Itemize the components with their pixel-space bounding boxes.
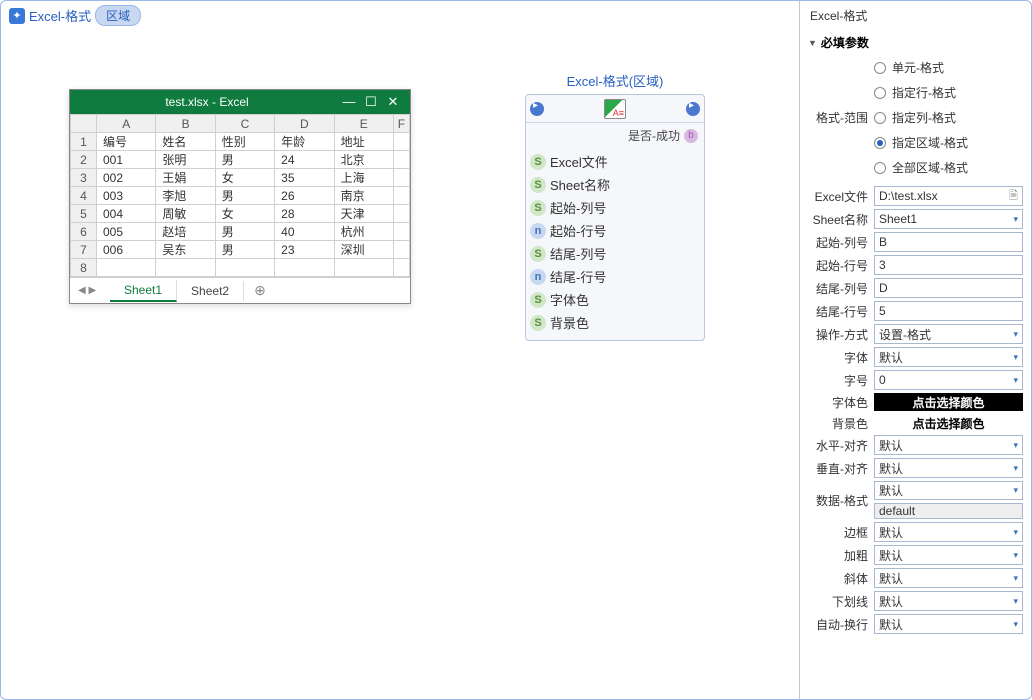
radio-icon[interactable] xyxy=(874,162,886,174)
node-success-label: 是否-成功 xyxy=(628,127,680,144)
panel-title: Excel-格式 xyxy=(808,5,1023,30)
node-port-row[interactable]: S字体色 xyxy=(530,288,704,311)
excel-grid[interactable]: ABCDEF 1编号姓名性别年龄地址 2001张明男24北京 3002王娟女35… xyxy=(70,114,410,277)
scope-radio-option[interactable]: 单元-格式 xyxy=(874,55,1023,80)
sheet-tab-2[interactable]: Sheet2 xyxy=(177,281,244,301)
size-select[interactable]: 0▾ xyxy=(874,370,1023,390)
node-port-row[interactable]: SSheet名称 xyxy=(530,173,704,196)
number-port-icon: n xyxy=(530,269,546,285)
start-col-input[interactable]: B xyxy=(874,232,1023,252)
end-row-input[interactable]: 5 xyxy=(874,301,1023,321)
port-label: Sheet名称 xyxy=(550,175,610,194)
canvas-area[interactable]: test.xlsx - Excel — ☐ ✕ ABCDEF 1编号姓名性别年龄… xyxy=(1,1,799,699)
property-panel: Excel-格式 ▼ 必填参数 格式-范围 单元-格式指定行-格式指定列-格式指… xyxy=(799,1,1031,699)
node-port-row[interactable]: n起始-行号 xyxy=(530,219,704,242)
valign-select[interactable]: 默认▾ xyxy=(874,458,1023,478)
border-select[interactable]: 默认▾ xyxy=(874,522,1023,542)
file-browse-icon[interactable]: 🗎 xyxy=(1009,187,1018,206)
node-title: Excel-格式(区域) xyxy=(525,71,705,90)
node-port-row[interactable]: S起始-列号 xyxy=(530,196,704,219)
underline-select[interactable]: 默认▾ xyxy=(874,591,1023,611)
port-label: 背景色 xyxy=(550,313,589,332)
string-port-icon: S xyxy=(530,246,546,262)
node-port-row[interactable]: SExcel文件 xyxy=(530,150,704,173)
halign-select[interactable]: 默认▾ xyxy=(874,435,1023,455)
excel-titlebar: test.xlsx - Excel — ☐ ✕ xyxy=(70,90,410,114)
scope-label: 格式-范围 xyxy=(808,109,874,126)
required-section[interactable]: ▼ 必填参数 xyxy=(808,30,1023,55)
wrap-select[interactable]: 默认▾ xyxy=(874,614,1023,634)
operation-select[interactable]: 设置-格式▾ xyxy=(874,324,1023,344)
scope-radio-option[interactable]: 指定区域-格式 xyxy=(874,130,1023,155)
font-select[interactable]: 默认▾ xyxy=(874,347,1023,367)
bool-port-icon[interactable]: b xyxy=(684,129,698,143)
string-port-icon: S xyxy=(530,315,546,331)
maximize-button[interactable]: ☐ xyxy=(360,94,382,110)
file-input[interactable]: D:\test.xlsx🗎 xyxy=(874,186,1023,206)
radio-icon[interactable] xyxy=(874,87,886,99)
flow-node[interactable]: Excel-格式(区域) 是否-成功 b SExcel文件SSheet名称S起始… xyxy=(525,71,705,341)
sheet-tabs: Sheet1 Sheet2 ⊕ xyxy=(70,277,410,303)
radio-icon[interactable] xyxy=(874,112,886,124)
number-port-icon: n xyxy=(530,223,546,239)
data-format-select[interactable]: 默认▾ xyxy=(874,481,1023,500)
string-port-icon: S xyxy=(530,292,546,308)
radio-icon[interactable] xyxy=(874,62,886,74)
italic-select[interactable]: 默认▾ xyxy=(874,568,1023,588)
excel-title: test.xlsx - Excel xyxy=(76,95,338,109)
input-port-icon[interactable] xyxy=(530,102,544,116)
close-button[interactable]: ✕ xyxy=(382,94,404,110)
scope-radio-option[interactable]: 全部区域-格式 xyxy=(874,155,1023,180)
add-sheet-button[interactable]: ⊕ xyxy=(244,279,276,302)
port-label: 起始-列号 xyxy=(550,198,606,217)
excel-format-icon xyxy=(604,99,626,119)
node-port-row[interactable]: S结尾-列号 xyxy=(530,242,704,265)
node-port-row[interactable]: S背景色 xyxy=(530,311,704,334)
scope-radio-option[interactable]: 指定列-格式 xyxy=(874,105,1023,130)
end-col-input[interactable]: D xyxy=(874,278,1023,298)
string-port-icon: S xyxy=(530,200,546,216)
font-color-picker[interactable]: 点击选择颜色 xyxy=(874,393,1023,411)
start-row-input[interactable]: 3 xyxy=(874,255,1023,275)
string-port-icon: S xyxy=(530,154,546,170)
node-port-row[interactable]: n结尾-行号 xyxy=(530,265,704,288)
output-port-icon[interactable] xyxy=(686,102,700,116)
data-format-value[interactable]: default xyxy=(874,503,1023,519)
sheet-select[interactable]: Sheet1▾ xyxy=(874,209,1023,229)
scope-radio-option[interactable]: 指定行-格式 xyxy=(874,80,1023,105)
collapse-icon[interactable]: ▼ xyxy=(808,38,817,48)
string-port-icon: S xyxy=(530,177,546,193)
port-label: 结尾-行号 xyxy=(550,267,606,286)
port-label: 起始-行号 xyxy=(550,221,606,240)
excel-window: test.xlsx - Excel — ☐ ✕ ABCDEF 1编号姓名性别年龄… xyxy=(69,89,411,304)
port-label: Excel文件 xyxy=(550,152,608,171)
bold-select[interactable]: 默认▾ xyxy=(874,545,1023,565)
port-label: 结尾-列号 xyxy=(550,244,606,263)
port-label: 字体色 xyxy=(550,290,589,309)
radio-icon[interactable] xyxy=(874,137,886,149)
bg-color-picker[interactable]: 点击选择颜色 xyxy=(874,414,1023,432)
minimize-button[interactable]: — xyxy=(338,94,360,110)
sheet-tab-1[interactable]: Sheet1 xyxy=(110,280,177,302)
